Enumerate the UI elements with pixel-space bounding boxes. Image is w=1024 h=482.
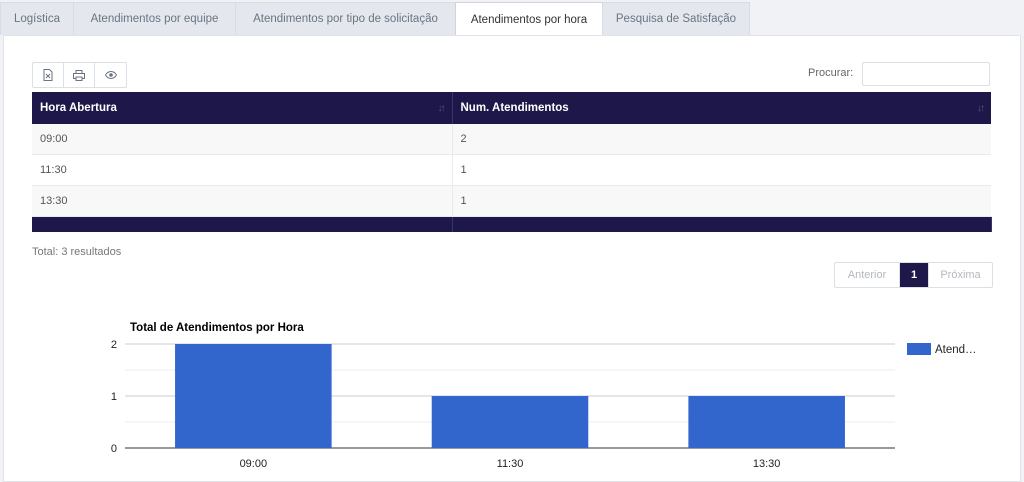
pagination: Anterior 1 Próxima <box>834 262 993 288</box>
legend-swatch <box>907 343 931 355</box>
eye-icon <box>104 71 117 79</box>
print-button[interactable] <box>64 63 95 87</box>
x-tick-label: 13:30 <box>753 458 781 470</box>
cell-num: 1 <box>452 154 991 186</box>
cell-hora: 09:00 <box>32 124 453 155</box>
tab-pesquisa-satisfacao[interactable]: Pesquisa de Satisfação <box>602 2 750 35</box>
tab-label: Pesquisa de Satisfação <box>615 13 737 25</box>
x-tick-label: 09:00 <box>240 458 268 470</box>
hourly-table: Hora Abertura ↓↑ Num. Atendimentos ↓↑ 09:0… <box>32 92 992 232</box>
column-header-num-atendimentos[interactable]: Num. Atendimentos ↓↑ <box>452 92 991 124</box>
tab-label: Logística <box>13 13 61 25</box>
column-header-label: Hora Abertura <box>40 102 117 114</box>
pagination-prev-button[interactable]: Anterior <box>835 263 900 287</box>
print-icon <box>73 69 85 81</box>
y-tick-label: 0 <box>111 443 117 455</box>
tab-label: Atendimentos por equipe <box>90 13 219 25</box>
footer-cell <box>452 216 992 232</box>
bar-1130 <box>431 396 589 448</box>
cell-hora: 11:30 <box>32 154 453 186</box>
search-input[interactable] <box>862 62 990 86</box>
sort-icon: ↓↑ <box>977 103 985 114</box>
column-header-hora-abertura[interactable]: Hora Abertura ↓↑ <box>32 92 453 124</box>
pagination-page-button[interactable]: 1 <box>900 263 928 287</box>
tab-atendimentos-por-hora[interactable]: Atendimentos por hora <box>455 2 603 36</box>
report-tabs: Logística Atendimentos por equipe Atendi… <box>0 0 1024 36</box>
preview-button[interactable] <box>95 63 126 87</box>
table-header-row: Hora Abertura ↓↑ Num. Atendimentos ↓↑ <box>32 92 991 124</box>
cell-hora: 13:30 <box>32 185 453 217</box>
legend-label: Atend… <box>935 344 977 356</box>
tab-label: Atendimentos por tipo de solicitação <box>253 13 438 25</box>
cell-num: 1 <box>452 185 991 217</box>
tab-atendimentos-por-tipo[interactable]: Atendimentos por tipo de solicitação <box>235 2 456 35</box>
export-excel-button[interactable] <box>33 63 64 87</box>
tab-atendimentos-por-equipe[interactable]: Atendimentos por equipe <box>73 2 236 35</box>
bar-0900 <box>175 344 332 448</box>
table-row: 13:30 1 <box>32 185 991 217</box>
hourly-bar-chart: Total de Atendimentos por Hora 0 1 2 09:00 11… <box>111 322 977 470</box>
sort-icon: ↓↑ <box>437 103 446 114</box>
x-tick-label: 11:30 <box>497 458 524 470</box>
y-tick-label: 1 <box>111 391 117 403</box>
bar-1330 <box>688 396 845 448</box>
table-footer-row <box>32 216 992 232</box>
chart-title: Total de Atendimentos por Hora <box>130 322 304 334</box>
results-total: Total: 3 resultados <box>32 246 122 258</box>
pagination-next-button[interactable]: Próxima <box>928 263 992 287</box>
tab-logistica[interactable]: Logística <box>0 2 74 35</box>
cell-num: 2 <box>452 124 991 155</box>
footer-cell <box>32 216 453 232</box>
column-header-label: Num. Atendimentos <box>460 102 569 114</box>
table-row: 09:00 2 <box>32 124 991 155</box>
export-toolbar <box>32 62 127 88</box>
table-row: 11:30 1 <box>32 154 991 186</box>
y-tick-label: 2 <box>111 339 117 351</box>
excel-icon <box>43 69 53 81</box>
tab-label: Atendimentos por hora <box>470 13 588 26</box>
search-label: Procurar: <box>808 67 854 79</box>
